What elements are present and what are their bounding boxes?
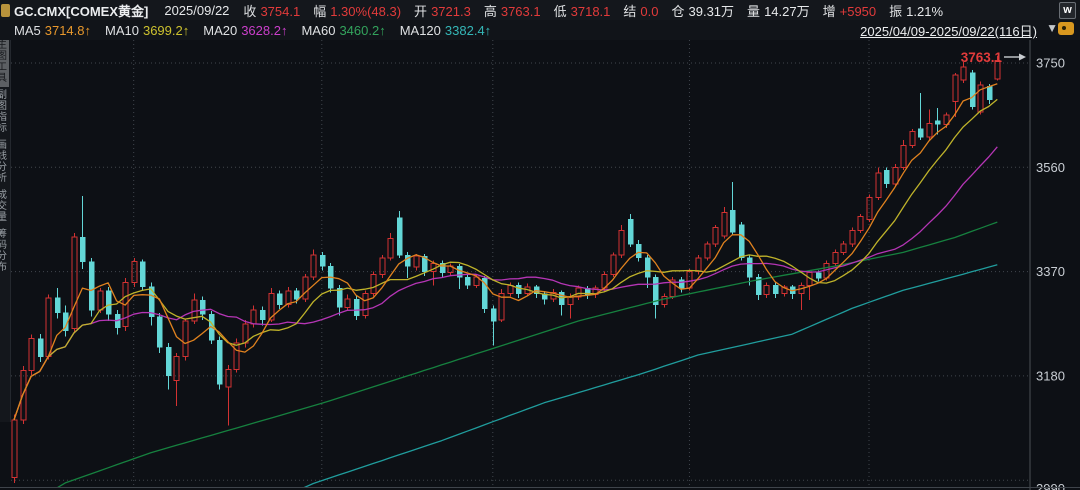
symbol-name: GC.CMX[COMEX黄金] [14, 1, 148, 20]
ma-line-ma20 [14, 147, 997, 420]
y-axis-label-3370: 3370 [1036, 264, 1065, 279]
candlestick-chart[interactable]: 3750 3560 3370 3180 2990 3763.1 [0, 0, 1080, 490]
quote-field-量: 量14.27万 [747, 1, 810, 20]
ma-legend-ma120: MA1203382.4↑ [400, 23, 491, 38]
tool-strip-item-1[interactable]: 主 图 工 具 [0, 37, 9, 87]
quote-field-幅: 幅1.30%(48.3) [313, 1, 401, 20]
quote-field-结: 结0.0 [623, 1, 658, 20]
ma-line-ma10 [14, 99, 997, 419]
ma-legend-ma10: MA103699.2↑ [105, 23, 189, 38]
quote-field-振: 振1.21% [889, 1, 943, 20]
quote-field-仓: 仓39.31万 [671, 1, 734, 20]
quote-fields: 收3754.1 幅1.30%(48.3) 开3721.3 高3763.1 低3718.1… [243, 1, 956, 20]
kline-window: 3750 3560 3370 3180 2990 3763.1 GC.CMX[COMEX黄… [0, 0, 1080, 490]
quote-date: 2025/09/22 [164, 3, 229, 18]
chevron-down-icon[interactable]: ▼ [1046, 21, 1058, 35]
tool-strip-item-3[interactable]: 画 线 分 析 [0, 137, 9, 187]
quote-field-低: 低3718.1 [554, 1, 611, 20]
gridlines [11, 40, 1030, 487]
last-price-label: 3763.1 [961, 50, 1003, 65]
ma-line-ma60 [14, 222, 997, 490]
quote-field-增: 增+5950 [823, 1, 877, 20]
y-axis-label-3750: 3750 [1036, 56, 1065, 71]
quote-bar: GC.CMX[COMEX黄金] 2025/09/22 收3754.1 幅1.30%… [0, 0, 1080, 20]
quote-field-开: 开3721.3 [414, 1, 471, 20]
orange-badge-icon[interactable] [1058, 22, 1074, 35]
ma-legend-ma5: MA53714.8↑ [14, 23, 91, 38]
y-axis-label-3180: 3180 [1036, 368, 1065, 383]
last-price-annotation: 3763.1 [961, 50, 1026, 65]
tool-strip-item-5[interactable]: 筹 码 分 布 [0, 226, 9, 276]
price-axis: 3750 3560 3370 3180 2990 [1030, 40, 1065, 490]
y-axis-label-2990: 2990 [1036, 481, 1065, 490]
quote-field-高: 高3763.1 [484, 1, 541, 20]
ma-legend-ma60: MA603460.2↑ [301, 23, 385, 38]
date-range-selector[interactable]: 2025/04/09-2025/09/22(116日) [860, 21, 1037, 40]
tool-strip-item-2[interactable]: 副 图 指 标 [0, 87, 9, 137]
quote-field-收: 收3754.1 [243, 1, 300, 20]
ma-lines [14, 84, 997, 490]
y-axis-label-3560: 3560 [1036, 160, 1065, 175]
tool-strip-item-4[interactable]: 成 交 量 [0, 187, 9, 226]
left-tool-strip: 图主 图 工 具副 图 指 标画 线 分 析成 交 量筹 码 分 布 [0, 20, 11, 422]
ma-line-ma5 [14, 84, 997, 420]
ma-items: MA53714.8↑ MA103699.2↑ MA203628.2↑ MA603460… [14, 23, 505, 38]
app-icon [1, 4, 10, 17]
ma-legend-ma20: MA203628.2↑ [203, 23, 287, 38]
watermark-w-icon[interactable]: w [1059, 2, 1076, 19]
